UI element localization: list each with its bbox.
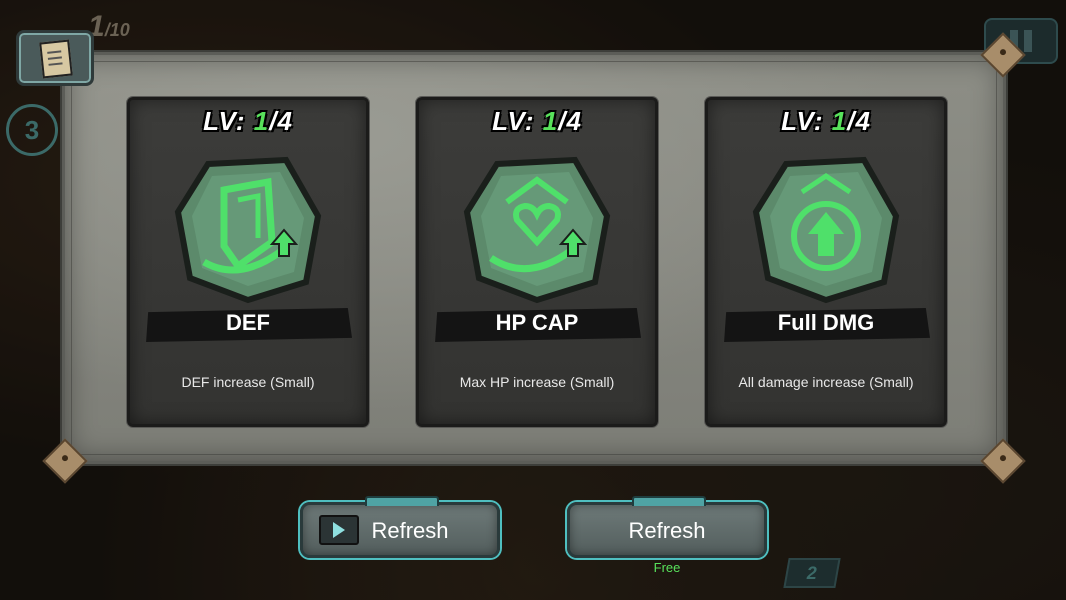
- heart-upgrade-icon: [463, 156, 611, 304]
- upgrade-card-def[interactable]: LV: 1/4 DEF DEF increase (Small): [127, 97, 369, 427]
- shield-upgrade-icon: [174, 156, 322, 304]
- wave-total: /10: [104, 20, 130, 40]
- side-counter: 3: [6, 104, 58, 156]
- upgrade-card-full-dmg[interactable]: LV: 1/4 Full DMG All damage increase (Sm…: [705, 97, 947, 427]
- wave-counter: 1/10: [88, 10, 130, 44]
- upgrade-selection-panel: LV: 1/4 DEF DEF increase (Small) LV: 1/4…: [42, 32, 1026, 484]
- journal-button[interactable]: [16, 30, 94, 86]
- level-current: 1: [542, 106, 559, 136]
- damage-upgrade-icon: [752, 156, 900, 304]
- bottom-counter-badge: 2: [783, 558, 841, 588]
- refresh-ad-button[interactable]: Refresh: [300, 496, 500, 558]
- journal-icon: [39, 39, 73, 79]
- upgrade-name: Full DMG: [777, 310, 875, 335]
- refresh-free-caption: Free: [653, 560, 681, 575]
- refresh-ad-label: Refresh: [371, 518, 449, 543]
- level-current: 1: [253, 106, 270, 136]
- upgrade-description: All damage increase (Small): [738, 374, 914, 390]
- upgrade-description: Max HP increase (Small): [459, 374, 615, 390]
- upgrade-name: DEF: [226, 310, 270, 335]
- level-indicator: LV: 1/4: [203, 106, 293, 136]
- upgrade-card-hp-cap[interactable]: LV: 1/4 HP CAP Max HP increase (Small): [416, 97, 658, 427]
- upgrade-name: HP CAP: [495, 310, 579, 335]
- level-max: /4: [558, 106, 582, 136]
- level-indicator: LV: 1/4: [492, 106, 582, 136]
- level-max: /4: [269, 106, 293, 136]
- refresh-free-label: Refresh: [628, 518, 706, 543]
- upgrade-description: DEF increase (Small): [181, 374, 315, 390]
- level-indicator: LV: 1/4: [781, 106, 871, 136]
- refresh-free-button[interactable]: Refresh: [567, 496, 767, 558]
- level-current: 1: [831, 106, 848, 136]
- level-max: /4: [847, 106, 871, 136]
